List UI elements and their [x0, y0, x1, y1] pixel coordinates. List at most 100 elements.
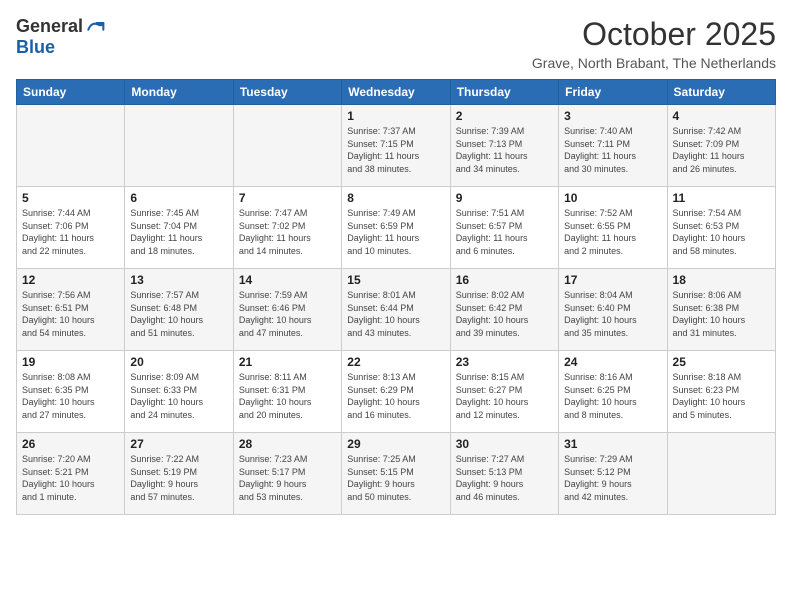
calendar-day-6: 6 Sunrise: 7:45 AM Sunset: 7:04 PM Daylig…	[125, 187, 233, 269]
calendar-day-9: 9 Sunrise: 7:51 AM Sunset: 6:57 PM Daylig…	[450, 187, 558, 269]
weekday-header-sunday: Sunday	[17, 80, 125, 105]
day-number: 18	[673, 273, 770, 287]
calendar-day-23: 23Sunrise: 8:15 AM Sunset: 6:27 PM Dayli…	[450, 351, 558, 433]
weekday-header-saturday: Saturday	[667, 80, 775, 105]
day-info: Sunrise: 8:09 AM Sunset: 6:33 PM Dayligh…	[130, 371, 227, 421]
calendar-week-row: 5Sunrise: 7:44 AM Sunset: 7:06 PM Daylig…	[17, 187, 776, 269]
weekday-header-monday: Monday	[125, 80, 233, 105]
calendar-day-28: 28Sunrise: 7:23 AM Sunset: 5:17 PM Dayli…	[233, 433, 341, 515]
weekday-header-thursday: Thursday	[450, 80, 558, 105]
day-number: 24	[564, 355, 661, 369]
calendar-day-4: 4 Sunrise: 7:42 AM Sunset: 7:09 PM Daylig…	[667, 105, 775, 187]
calendar-day-11: 11Sunrise: 7:54 AM Sunset: 6:53 PM Dayli…	[667, 187, 775, 269]
day-info: Sunrise: 8:08 AM Sunset: 6:35 PM Dayligh…	[22, 371, 119, 421]
calendar-empty-cell	[17, 105, 125, 187]
day-number: 28	[239, 437, 336, 451]
day-info: Sunrise: 7:29 AM Sunset: 5:12 PM Dayligh…	[564, 453, 661, 503]
calendar-day-13: 13 Sunrise: 7:57 AM Sunset: 6:48 PM Dayli…	[125, 269, 233, 351]
calendar-day-12: 12 Sunrise: 7:56 AM Sunset: 6:51 PM Dayli…	[17, 269, 125, 351]
day-info: Sunrise: 8:02 AM Sunset: 6:42 PM Dayligh…	[456, 289, 553, 339]
day-number: 30	[456, 437, 553, 451]
day-number: 15	[347, 273, 444, 287]
calendar-table: SundayMondayTuesdayWednesdayThursdayFrid…	[16, 79, 776, 515]
calendar-day-30: 30 Sunrise: 7:27 AM Sunset: 5:13 PM Dayli…	[450, 433, 558, 515]
calendar-day-29: 29Sunrise: 7:25 AM Sunset: 5:15 PM Dayli…	[342, 433, 450, 515]
day-info: Sunrise: 7:49 AM Sunset: 6:59 PM Dayligh…	[347, 207, 444, 257]
page-header: General Blue October 2025 Grave, North B…	[16, 16, 776, 71]
calendar-empty-cell	[667, 433, 775, 515]
calendar-day-14: 14 Sunrise: 7:59 AM Sunset: 6:46 PM Dayli…	[233, 269, 341, 351]
day-info: Sunrise: 8:06 AM Sunset: 6:38 PM Dayligh…	[673, 289, 770, 339]
day-info: Sunrise: 7:47 AM Sunset: 7:02 PM Dayligh…	[239, 207, 336, 257]
day-info: Sunrise: 7:52 AM Sunset: 6:55 PM Dayligh…	[564, 207, 661, 257]
day-info: Sunrise: 7:20 AM Sunset: 5:21 PM Dayligh…	[22, 453, 119, 503]
day-info: Sunrise: 7:54 AM Sunset: 6:53 PM Dayligh…	[673, 207, 770, 257]
calendar-day-3: 3Sunrise: 7:40 AM Sunset: 7:11 PM Daylig…	[559, 105, 667, 187]
day-number: 16	[456, 273, 553, 287]
weekday-header-wednesday: Wednesday	[342, 80, 450, 105]
calendar-day-16: 16 Sunrise: 8:02 AM Sunset: 6:42 PM Dayli…	[450, 269, 558, 351]
day-number: 26	[22, 437, 119, 451]
day-number: 20	[130, 355, 227, 369]
day-number: 25	[673, 355, 770, 369]
calendar-day-18: 18 Sunrise: 8:06 AM Sunset: 6:38 PM Dayli…	[667, 269, 775, 351]
calendar-day-10: 10 Sunrise: 7:52 AM Sunset: 6:55 PM Dayli…	[559, 187, 667, 269]
day-info: Sunrise: 7:42 AM Sunset: 7:09 PM Dayligh…	[673, 125, 770, 175]
calendar-day-17: 17Sunrise: 8:04 AM Sunset: 6:40 PM Dayli…	[559, 269, 667, 351]
calendar-day-15: 15Sunrise: 8:01 AM Sunset: 6:44 PM Dayli…	[342, 269, 450, 351]
day-info: Sunrise: 8:18 AM Sunset: 6:23 PM Dayligh…	[673, 371, 770, 421]
day-number: 14	[239, 273, 336, 287]
day-number: 7	[239, 191, 336, 205]
logo: General Blue	[16, 16, 105, 58]
day-number: 4	[673, 109, 770, 123]
day-number: 9	[456, 191, 553, 205]
day-info: Sunrise: 7:44 AM Sunset: 7:06 PM Dayligh…	[22, 207, 119, 257]
day-info: Sunrise: 8:04 AM Sunset: 6:40 PM Dayligh…	[564, 289, 661, 339]
calendar-day-20: 20 Sunrise: 8:09 AM Sunset: 6:33 PM Dayli…	[125, 351, 233, 433]
day-info: Sunrise: 7:39 AM Sunset: 7:13 PM Dayligh…	[456, 125, 553, 175]
day-info: Sunrise: 7:57 AM Sunset: 6:48 PM Dayligh…	[130, 289, 227, 339]
day-info: Sunrise: 7:51 AM Sunset: 6:57 PM Dayligh…	[456, 207, 553, 257]
day-number: 31	[564, 437, 661, 451]
day-number: 2	[456, 109, 553, 123]
calendar-empty-cell	[125, 105, 233, 187]
month-title: October 2025	[532, 16, 776, 53]
day-number: 6	[130, 191, 227, 205]
day-number: 13	[130, 273, 227, 287]
calendar-day-27: 27 Sunrise: 7:22 AM Sunset: 5:19 PM Dayli…	[125, 433, 233, 515]
day-number: 10	[564, 191, 661, 205]
day-info: Sunrise: 7:40 AM Sunset: 7:11 PM Dayligh…	[564, 125, 661, 175]
logo-blue: Blue	[16, 38, 105, 58]
day-number: 23	[456, 355, 553, 369]
calendar-week-row: 1Sunrise: 7:37 AM Sunset: 7:15 PM Daylig…	[17, 105, 776, 187]
day-info: Sunrise: 7:27 AM Sunset: 5:13 PM Dayligh…	[456, 453, 553, 503]
day-info: Sunrise: 8:16 AM Sunset: 6:25 PM Dayligh…	[564, 371, 661, 421]
logo-general: General	[16, 17, 83, 37]
day-number: 21	[239, 355, 336, 369]
calendar-day-8: 8 Sunrise: 7:49 AM Sunset: 6:59 PM Daylig…	[342, 187, 450, 269]
calendar-day-31: 31 Sunrise: 7:29 AM Sunset: 5:12 PM Dayli…	[559, 433, 667, 515]
calendar-day-25: 25 Sunrise: 8:18 AM Sunset: 6:23 PM Dayli…	[667, 351, 775, 433]
day-number: 22	[347, 355, 444, 369]
calendar-day-2: 2 Sunrise: 7:39 AM Sunset: 7:13 PM Daylig…	[450, 105, 558, 187]
day-info: Sunrise: 7:25 AM Sunset: 5:15 PM Dayligh…	[347, 453, 444, 503]
weekday-header-friday: Friday	[559, 80, 667, 105]
calendar-day-22: 22 Sunrise: 8:13 AM Sunset: 6:29 PM Dayli…	[342, 351, 450, 433]
calendar-day-26: 26 Sunrise: 7:20 AM Sunset: 5:21 PM Dayli…	[17, 433, 125, 515]
day-info: Sunrise: 7:22 AM Sunset: 5:19 PM Dayligh…	[130, 453, 227, 503]
location-title: Grave, North Brabant, The Netherlands	[532, 55, 776, 71]
day-number: 12	[22, 273, 119, 287]
calendar-day-24: 24 Sunrise: 8:16 AM Sunset: 6:25 PM Dayli…	[559, 351, 667, 433]
logo-icon	[85, 18, 105, 38]
day-number: 8	[347, 191, 444, 205]
day-info: Sunrise: 7:59 AM Sunset: 6:46 PM Dayligh…	[239, 289, 336, 339]
calendar-week-row: 12 Sunrise: 7:56 AM Sunset: 6:51 PM Dayli…	[17, 269, 776, 351]
calendar-day-21: 21Sunrise: 8:11 AM Sunset: 6:31 PM Dayli…	[233, 351, 341, 433]
day-info: Sunrise: 7:56 AM Sunset: 6:51 PM Dayligh…	[22, 289, 119, 339]
day-number: 27	[130, 437, 227, 451]
calendar-day-5: 5Sunrise: 7:44 AM Sunset: 7:06 PM Daylig…	[17, 187, 125, 269]
day-info: Sunrise: 8:13 AM Sunset: 6:29 PM Dayligh…	[347, 371, 444, 421]
day-info: Sunrise: 7:45 AM Sunset: 7:04 PM Dayligh…	[130, 207, 227, 257]
calendar-header-row: SundayMondayTuesdayWednesdayThursdayFrid…	[17, 80, 776, 105]
day-number: 19	[22, 355, 119, 369]
